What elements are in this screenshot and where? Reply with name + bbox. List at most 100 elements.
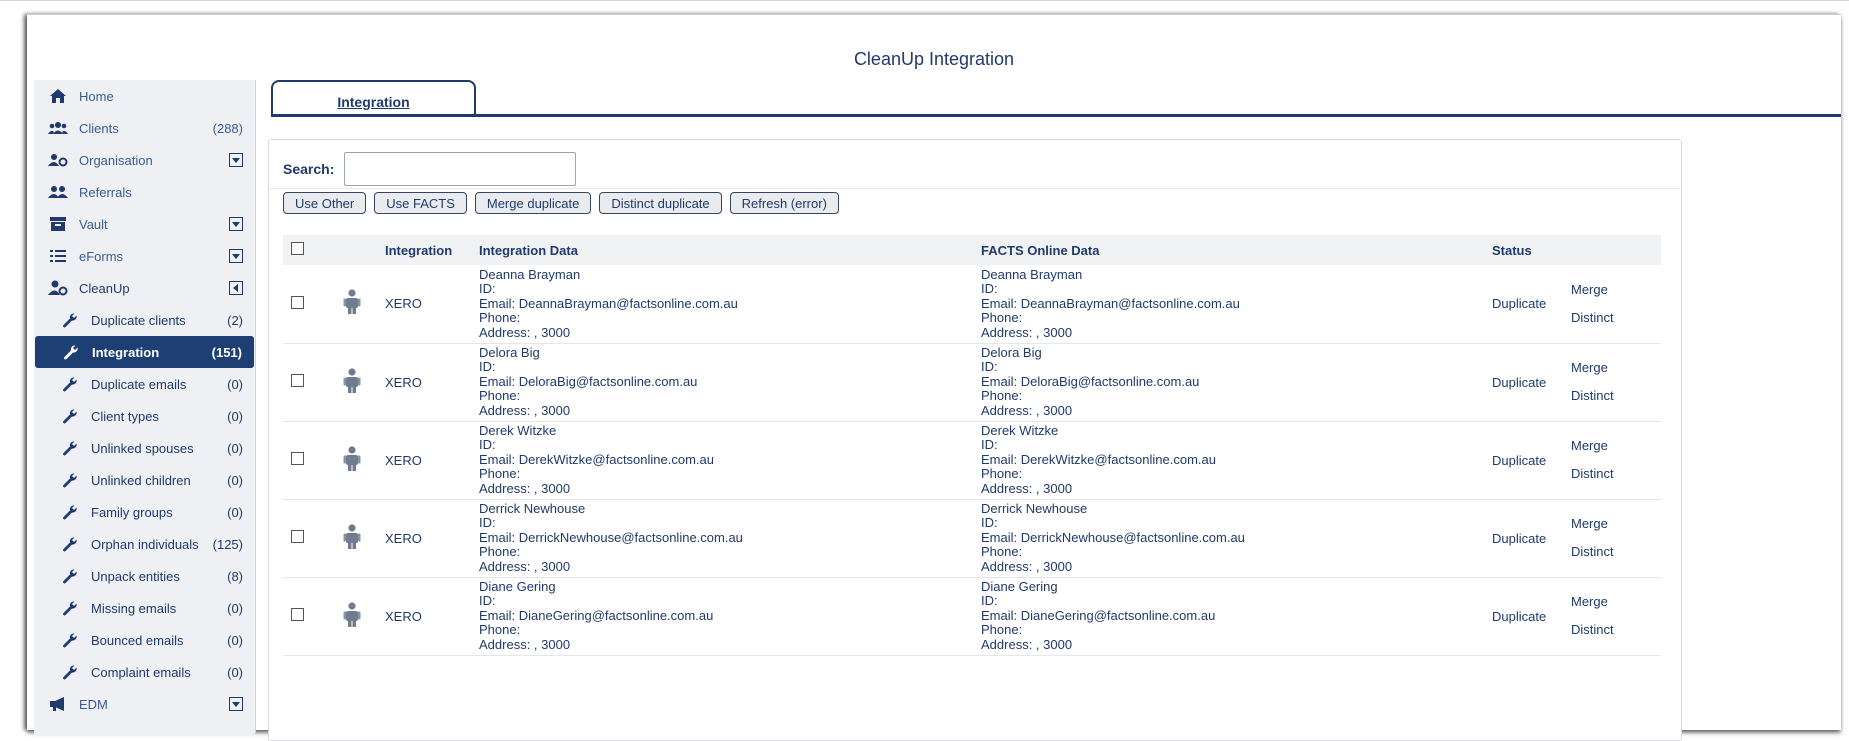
integration-table: Integration Integration Data FACTS Onlin… bbox=[283, 235, 1661, 656]
sidebar-item-vault[interactable]: Vault bbox=[34, 208, 255, 240]
record-email: Email: DerekWitzke@factsonline.com.au bbox=[479, 451, 714, 467]
record-address: Address: , 3000 bbox=[981, 558, 1073, 574]
integration-data: Delora Big ID: Email: DeloraBig@factsonlin… bbox=[479, 344, 981, 419]
sidebar-item-count: (2) bbox=[227, 312, 243, 328]
record-id: ID: bbox=[479, 437, 496, 453]
sidebar-item-edm[interactable]: EDM bbox=[34, 688, 255, 720]
wrench-icon bbox=[59, 376, 81, 392]
record-id: ID: bbox=[479, 515, 496, 531]
sidebar-item-cleanup[interactable]: CleanUp bbox=[34, 272, 255, 304]
sidebar-item-label: Unpack entities bbox=[91, 568, 180, 584]
sidebar-item-count: (0) bbox=[227, 472, 243, 488]
sidebar-item-count: (151) bbox=[211, 344, 242, 360]
table-row: XERO Derrick Newhouse ID: Email: DerrickNew… bbox=[283, 499, 1661, 577]
sidebar-item-count: (0) bbox=[227, 440, 243, 456]
record-email: Email: DerrickNewhouse@factsonline.com.a… bbox=[479, 529, 743, 545]
sidebar-item-organisation[interactable]: Organisation bbox=[34, 144, 255, 176]
tab-bar: Integration bbox=[271, 80, 1841, 117]
search-row: Search: bbox=[283, 152, 577, 186]
sidebar-item-eforms[interactable]: eForms bbox=[34, 240, 255, 272]
sidebar-subitem-bounced-emails[interactable]: Bounced emails (0) bbox=[34, 624, 255, 656]
record-name: Deanna Brayman bbox=[479, 266, 581, 282]
wrench-icon bbox=[59, 440, 81, 456]
distinct-link[interactable]: Distinct bbox=[1571, 304, 1661, 332]
sidebar-item-count: (0) bbox=[227, 504, 243, 520]
status-text: Duplicate bbox=[1492, 296, 1547, 312]
sidebar-item-count: (125) bbox=[212, 536, 243, 552]
distinct-link[interactable]: Distinct bbox=[1571, 460, 1661, 488]
wrench-icon bbox=[59, 472, 81, 488]
row-checkbox[interactable] bbox=[291, 530, 304, 543]
record-name: Derek Witzke bbox=[981, 422, 1059, 438]
row-checkbox[interactable] bbox=[291, 608, 304, 621]
merge-duplicate-button[interactable]: Merge duplicate bbox=[474, 192, 592, 214]
integration-data: Derek Witzke ID: Email: DerekWitzke@factso… bbox=[479, 423, 981, 497]
page-title: CleanUp Integration bbox=[853, 49, 1015, 69]
sidebar-subitem-complaint-emails[interactable]: Complaint emails (0) bbox=[34, 656, 255, 688]
record-id: ID: bbox=[981, 359, 998, 375]
use-facts-button[interactable]: Use FACTS bbox=[374, 192, 467, 214]
sidebar-subitem-unpack-entities[interactable]: Unpack entities (8) bbox=[34, 560, 255, 592]
status-text: Duplicate bbox=[1492, 374, 1547, 390]
sidebar-subitem-integration[interactable]: Integration (151) bbox=[35, 336, 254, 368]
wrench-icon bbox=[59, 600, 81, 616]
merge-link[interactable]: Merge bbox=[1571, 510, 1661, 538]
sidebar-subitem-duplicate-emails[interactable]: Duplicate emails (0) bbox=[34, 368, 255, 400]
record-phone: Phone: bbox=[981, 388, 1023, 404]
refresh-error-button[interactable]: Refresh (error) bbox=[729, 192, 839, 214]
chevron-down-icon[interactable] bbox=[229, 217, 243, 231]
record-id: ID: bbox=[981, 437, 998, 453]
merge-link[interactable]: Merge bbox=[1571, 276, 1661, 304]
wrench-icon bbox=[59, 632, 81, 648]
use-other-button[interactable]: Use Other bbox=[283, 192, 367, 214]
row-checkbox[interactable] bbox=[291, 374, 304, 387]
sidebar-item-count: (288) bbox=[212, 120, 243, 136]
facts-data: Delora Big ID: Email: DeloraBig@factsonlin… bbox=[981, 344, 1492, 419]
distinct-link[interactable]: Distinct bbox=[1571, 538, 1661, 566]
record-email: Email: DeannaBrayman@factsonline.com.au bbox=[479, 295, 738, 311]
sidebar-item-label: Referrals bbox=[79, 184, 132, 200]
chevron-down-icon[interactable] bbox=[229, 249, 243, 263]
distinct-link[interactable]: Distinct bbox=[1571, 382, 1661, 410]
sidebar-subitem-unlinked-spouses[interactable]: Unlinked spouses (0) bbox=[34, 432, 255, 464]
person-icon bbox=[343, 445, 361, 475]
record-phone: Phone: bbox=[479, 544, 521, 560]
sidebar-item-referrals[interactable]: Referrals bbox=[34, 176, 255, 208]
chevron-down-icon[interactable] bbox=[229, 697, 243, 711]
users-icon bbox=[47, 120, 69, 136]
app-frame: CleanUp Integration Home Clients (288) O… bbox=[27, 14, 1841, 741]
sidebar-item-clients[interactable]: Clients (288) bbox=[34, 112, 255, 144]
tab-integration[interactable]: Integration bbox=[271, 80, 476, 114]
sidebar-subitem-duplicate-clients[interactable]: Duplicate clients (2) bbox=[34, 304, 255, 336]
sidebar-subitem-unlinked-children[interactable]: Unlinked children (0) bbox=[34, 464, 255, 496]
record-id: ID: bbox=[479, 593, 496, 609]
sidebar-item-label: Unlinked children bbox=[91, 472, 191, 488]
search-input[interactable] bbox=[344, 152, 577, 186]
sidebar-item-home[interactable]: Home bbox=[34, 80, 255, 112]
record-phone: Phone: bbox=[479, 388, 521, 404]
select-all-checkbox[interactable] bbox=[291, 242, 304, 255]
sidebar-item-label: Duplicate emails bbox=[91, 376, 187, 392]
record-address: Address: , 3000 bbox=[981, 324, 1073, 340]
sidebar-subitem-missing-emails[interactable]: Missing emails (0) bbox=[34, 592, 255, 624]
row-checkbox[interactable] bbox=[291, 452, 304, 465]
wrench-icon bbox=[59, 536, 81, 552]
sidebar-subitem-family-groups[interactable]: Family groups (0) bbox=[34, 496, 255, 528]
sidebar-subitem-client-types[interactable]: Client types (0) bbox=[34, 400, 255, 432]
chevron-left-icon[interactable] bbox=[229, 281, 243, 295]
merge-link[interactable]: Merge bbox=[1571, 588, 1661, 616]
record-id: ID: bbox=[981, 281, 998, 296]
distinct-link[interactable]: Distinct bbox=[1571, 616, 1661, 644]
merge-link[interactable]: Merge bbox=[1571, 354, 1661, 382]
sidebar-subitem-orphan-individuals[interactable]: Orphan individuals (125) bbox=[34, 528, 255, 560]
record-name: Delora Big bbox=[981, 344, 1042, 360]
chevron-down-icon[interactable] bbox=[229, 153, 243, 167]
sidebar-item-label: Integration bbox=[92, 344, 160, 360]
row-checkbox[interactable] bbox=[291, 295, 304, 309]
tab-label: Integration bbox=[337, 94, 410, 110]
record-address: Address: , 3000 bbox=[479, 636, 571, 652]
sidebar-item-count: (0) bbox=[227, 376, 243, 392]
record-name: Delora Big bbox=[479, 344, 540, 360]
merge-link[interactable]: Merge bbox=[1571, 432, 1661, 460]
distinct-duplicate-button[interactable]: Distinct duplicate bbox=[599, 192, 722, 214]
